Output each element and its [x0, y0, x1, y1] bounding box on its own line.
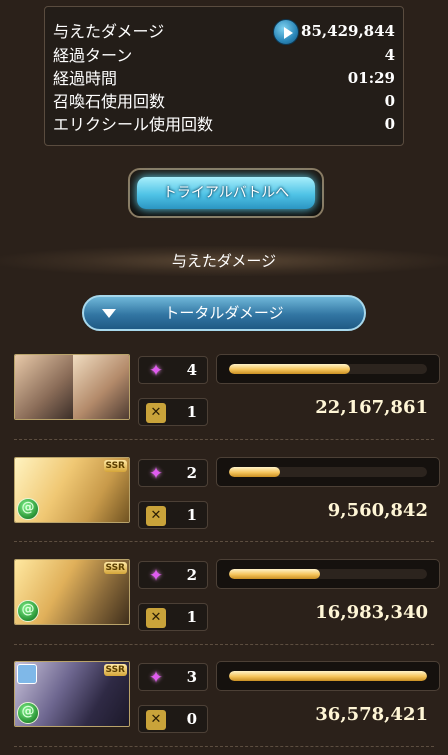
- portrait-art: [73, 355, 129, 419]
- star-count: ✦ 2: [138, 561, 208, 589]
- damage-bar-fill: [229, 364, 350, 374]
- damage-bar: [216, 354, 440, 384]
- star-count-value: 4: [186, 361, 197, 379]
- stat-value: 0: [384, 92, 395, 110]
- character-row: SSR ✦ 2 ✕ 1 16,983,340: [0, 559, 448, 661]
- row-divider: [14, 746, 434, 747]
- damage-type-dropdown[interactable]: トータルダメージ: [82, 295, 366, 331]
- damage-bar-track: [229, 364, 427, 374]
- star-icon: ✦: [148, 566, 164, 586]
- character-portrait[interactable]: SSR: [14, 457, 130, 523]
- ougi-icon: ✕: [146, 710, 166, 730]
- star-count-value: 2: [186, 566, 197, 584]
- ougi-icon: ✕: [146, 403, 166, 423]
- ougi-count: ✕ 1: [138, 398, 208, 426]
- trial-battle-button[interactable]: トライアルバトルへ: [128, 168, 324, 218]
- ougi-count-value: 1: [186, 403, 197, 421]
- ougi-count: ✕ 1: [138, 603, 208, 631]
- ougi-count: ✕ 0: [138, 705, 208, 733]
- damage-bar-fill: [229, 467, 281, 477]
- trial-battle-button-label: トライアルバトルへ: [162, 185, 290, 201]
- damage-value: 36,578,421: [315, 704, 428, 725]
- ougi-count-value: 1: [186, 608, 197, 626]
- section-title: 与えたダメージ: [171, 252, 277, 270]
- trial-battle-button-face: トライアルバトルへ: [137, 177, 315, 209]
- ougi-icon: ✕: [146, 608, 166, 628]
- star-count-value: 2: [186, 464, 197, 482]
- damage-value: 16,983,340: [315, 602, 428, 623]
- wind-element-icon: [17, 702, 39, 724]
- damage-bar: [216, 559, 440, 589]
- portrait-art: [15, 355, 73, 419]
- character-row: SSR ✦ 3 ✕ 0 36,578,421: [0, 661, 448, 755]
- stat-label: 与えたダメージ: [53, 22, 165, 41]
- character-portrait[interactable]: SSR: [14, 661, 130, 727]
- damage-value: 22,167,861: [315, 397, 428, 418]
- section-header: 与えたダメージ: [0, 246, 448, 276]
- character-portrait[interactable]: SSR: [14, 559, 130, 625]
- row-divider: [14, 439, 434, 440]
- star-icon: ✦: [148, 361, 164, 381]
- stat-label: 経過ターン: [53, 46, 133, 65]
- stat-value: 01:29: [347, 69, 395, 87]
- damage-bar-fill: [229, 569, 321, 579]
- ougi-icon: ✕: [146, 506, 166, 526]
- stat-elapsed-time: 経過時間 01:29: [53, 67, 395, 90]
- play-icon[interactable]: [273, 19, 299, 45]
- type-icon: [17, 664, 37, 684]
- ssr-badge: SSR: [103, 562, 127, 574]
- damage-bar-track: [229, 569, 427, 579]
- star-count: ✦ 4: [138, 356, 208, 384]
- stat-label: 経過時間: [53, 69, 118, 88]
- stat-turns: 経過ターン 4: [53, 44, 395, 67]
- star-icon: ✦: [148, 464, 164, 484]
- wind-element-icon: [17, 600, 39, 622]
- ougi-count-value: 0: [186, 710, 197, 728]
- damage-bar-track: [229, 467, 427, 477]
- dropdown-label: トータルダメージ: [164, 304, 284, 322]
- star-icon: ✦: [148, 668, 164, 688]
- stat-summon-uses: 召喚石使用回数 0: [53, 90, 395, 113]
- star-count-value: 3: [186, 668, 197, 686]
- damage-value: 9,560,842: [327, 500, 428, 521]
- ssr-badge: SSR: [103, 460, 127, 472]
- wind-element-icon: [17, 498, 39, 520]
- damage-bar-track: [229, 671, 427, 681]
- ougi-count: ✕ 1: [138, 501, 208, 529]
- stat-total-damage: 与えたダメージ 85,429,844: [53, 19, 395, 45]
- stat-label: エリクシール使用回数: [53, 115, 214, 134]
- character-row: SSR ✦ 2 ✕ 1 9,560,842: [0, 457, 448, 559]
- ougi-count-value: 1: [186, 506, 197, 524]
- stat-value: 0: [384, 115, 395, 133]
- star-count: ✦ 3: [138, 663, 208, 691]
- battle-stats-panel: 与えたダメージ 85,429,844 経過ターン 4 経過時間 01:29 召喚…: [44, 6, 404, 146]
- character-row: ✦ 4 ✕ 1 22,167,861: [0, 354, 448, 456]
- character-portrait[interactable]: [14, 354, 130, 420]
- damage-bar: [216, 661, 440, 691]
- damage-bar: [216, 457, 440, 487]
- row-divider: [14, 541, 434, 542]
- star-count: ✦ 2: [138, 459, 208, 487]
- row-divider: [14, 644, 434, 645]
- ssr-badge: SSR: [103, 664, 127, 676]
- stat-elixir-uses: エリクシール使用回数 0: [53, 113, 395, 136]
- stat-label: 召喚石使用回数: [53, 92, 166, 111]
- stat-value: 4: [384, 46, 395, 64]
- stat-value: 85,429,844: [301, 22, 395, 40]
- damage-bar-fill: [229, 671, 427, 681]
